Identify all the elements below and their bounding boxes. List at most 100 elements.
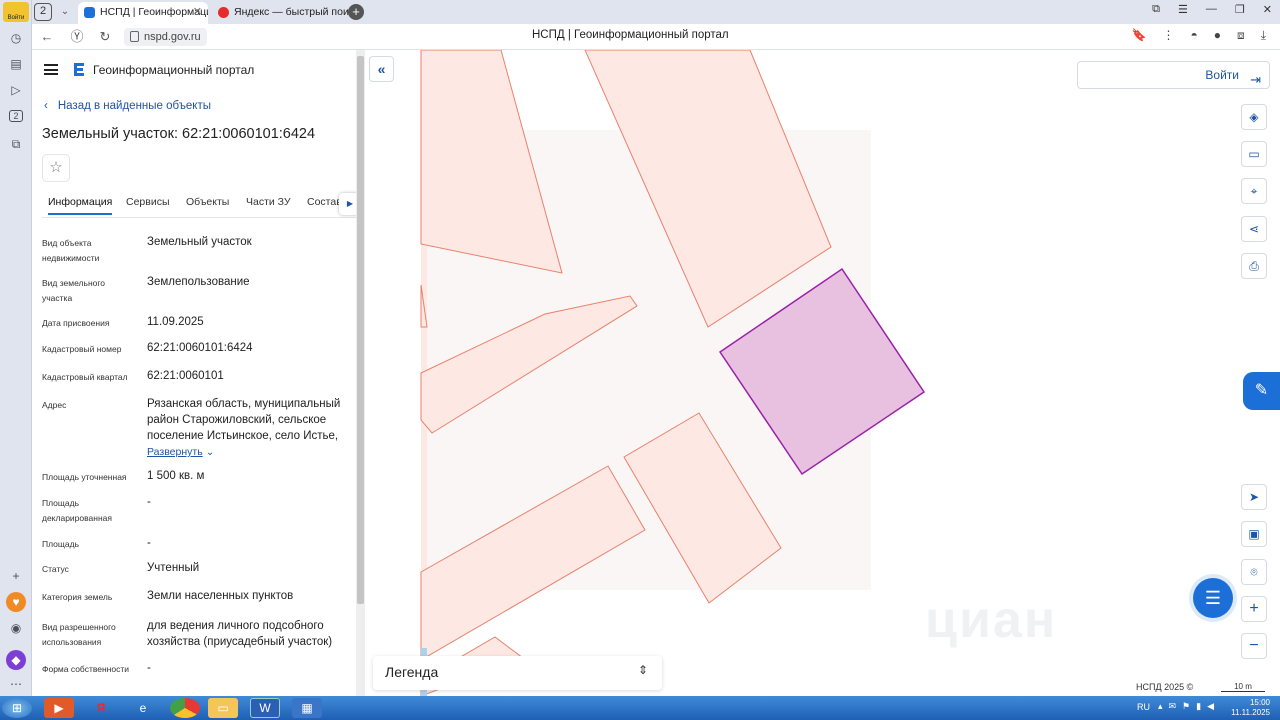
zoom-out-icon[interactable]: −: [1241, 633, 1267, 659]
address-bar: ← Ⓨ ↻ nspd.gov.ru НСПД | Геоинформационн…: [32, 24, 1280, 50]
media-player-icon[interactable]: ▶: [44, 698, 74, 718]
yandex-icon[interactable]: Ⓨ: [68, 28, 86, 46]
expand-label: Развернуть: [147, 446, 203, 458]
clock-time: 15:00: [1249, 698, 1270, 707]
tab-group-chevron-icon[interactable]: ⌄: [56, 3, 74, 21]
tab-information[interactable]: Информация: [48, 196, 113, 215]
field-value: Рязанская область, муниципальный район С…: [147, 396, 352, 461]
expand-link[interactable]: Развернуть ⌄: [147, 444, 352, 461]
field-label: Кадастровый квартал: [42, 372, 128, 382]
field-label: Площадь уточненная: [42, 472, 127, 482]
field-value: -: [147, 537, 151, 549]
word-icon[interactable]: W: [250, 698, 280, 718]
chevron-left-icon: ‹: [44, 100, 48, 112]
field-value: 62:21:0060101:6424: [147, 342, 253, 354]
play-icon[interactable]: ▷: [6, 80, 26, 100]
reload-icon[interactable]: ↻: [96, 28, 114, 46]
legend-dropdown[interactable]: Легенда ⇕: [373, 656, 662, 690]
profile-icon[interactable]: ◓: [1191, 28, 1198, 43]
minimize-icon[interactable]: —: [1206, 3, 1217, 16]
field-value: для ведения личного подсобного хозяйства…: [147, 620, 333, 648]
more-options-icon[interactable]: ⋮: [1163, 28, 1175, 43]
tab-parcel-parts[interactable]: Части ЗУ: [246, 196, 291, 208]
translate-icon[interactable]: ⧈: [1237, 28, 1245, 43]
bookmark-icon[interactable]: 🔖: [1132, 28, 1147, 43]
field-label: Вид разрешенного использования: [42, 622, 116, 647]
login-icon: ⇥: [1250, 72, 1261, 87]
zoom-in-icon[interactable]: +: [1241, 596, 1267, 622]
menu-hamburger-icon[interactable]: [44, 64, 58, 75]
ruler-icon[interactable]: ▭: [1241, 141, 1267, 167]
close-tab-icon[interactable]: ✕: [193, 2, 202, 22]
field-label: Статус: [42, 564, 69, 574]
tab-composition[interactable]: Состав: [307, 196, 342, 208]
add-icon[interactable]: +: [6, 566, 26, 586]
internet-explorer-icon[interactable]: e: [128, 698, 158, 718]
alice-icon[interactable]: ◉: [6, 618, 26, 638]
file-explorer-icon[interactable]: ▭: [208, 698, 238, 718]
scrollbar-thumb[interactable]: [357, 56, 364, 604]
calculator-icon[interactable]: ▦: [292, 698, 322, 718]
field-value: 62:21:0060101: [147, 370, 224, 382]
field-label: Вид земельного участка: [42, 278, 106, 303]
tab-group-button[interactable]: 2: [34, 3, 52, 21]
layers-icon[interactable]: ◈: [1241, 104, 1267, 130]
bookmarks-icon[interactable]: ▤: [6, 54, 26, 74]
pet-icon[interactable]: ♥: [6, 592, 26, 612]
restore-icon[interactable]: ❐: [1235, 3, 1245, 16]
back-to-results-link[interactable]: ‹ Назад в найденные объекты: [44, 100, 211, 112]
url-field[interactable]: nspd.gov.ru: [124, 28, 207, 46]
panel-scrollbar[interactable]: [356, 50, 365, 696]
browser-login-label: Войти: [7, 15, 25, 21]
select-area-icon[interactable]: ⌖: [1241, 178, 1267, 204]
map-canvas[interactable]: циан « Войти ⇥ ◈ ▭ ⌖ ⋖ ⎙ ✎ ➤ ▣ ⌾ + − ☰ Л…: [365, 50, 1280, 696]
field-label: Площадь: [42, 539, 80, 549]
close-window-icon[interactable]: ✕: [1263, 3, 1272, 16]
tab-yandex[interactable]: Яндекс — быстрый поиск: [212, 2, 352, 24]
lock-icon: [130, 31, 139, 42]
field-value: Землепользование: [147, 276, 250, 288]
clock-icon[interactable]: ◷: [6, 28, 26, 48]
chat-icon[interactable]: ☰: [1193, 578, 1233, 618]
menu-icon[interactable]: ☰: [1178, 3, 1188, 16]
tab-objects[interactable]: Объекты: [186, 196, 229, 208]
cian-watermark: циан: [925, 591, 1058, 649]
yandex-favicon-icon: [218, 7, 229, 18]
start-icon[interactable]: ⊞: [2, 698, 32, 718]
collapse-panel-icon[interactable]: «: [369, 56, 394, 82]
yandex-browser-icon[interactable]: Я: [86, 698, 116, 718]
favorite-star-icon[interactable]: ☆: [42, 154, 70, 182]
field-value: -: [147, 662, 151, 674]
chrome-icon[interactable]: [170, 698, 200, 718]
login-button[interactable]: Войти ⇥: [1077, 61, 1270, 89]
login-label: Войти: [1205, 68, 1239, 82]
new-tab-button[interactable]: +: [348, 4, 364, 20]
browser-login-badge[interactable]: Войти: [3, 2, 29, 22]
tray-icons[interactable]: ▴✉⚑▮◀: [1158, 701, 1220, 712]
more-icon[interactable]: ⋯: [6, 674, 26, 694]
share-icon[interactable]: ⋖: [1241, 216, 1267, 242]
nspd-favicon-icon: [84, 7, 95, 18]
screenshot-icon[interactable]: ⧉: [6, 134, 26, 154]
feedback-icon[interactable]: ✎: [1243, 372, 1280, 410]
downloads-icon[interactable]: ⤓: [1261, 28, 1266, 43]
bookmark-tabs-icon[interactable]: ⧉: [1152, 3, 1160, 16]
minimap-icon[interactable]: ▣: [1241, 521, 1267, 547]
assistant-icon[interactable]: ◆: [6, 650, 26, 670]
parcel-title: Земельный участок: 62:21:0060101:6424: [42, 126, 316, 142]
language-indicator[interactable]: RU: [1137, 702, 1150, 712]
locate-icon[interactable]: ➤: [1241, 484, 1267, 510]
print-icon[interactable]: ⎙: [1241, 253, 1267, 279]
field-label: Адрес: [42, 400, 67, 410]
window-controls: ⧉ ☰ — ❐ ✕: [1152, 3, 1272, 16]
tab-nspd[interactable]: НСПД | Геоинформационный ✕: [78, 2, 208, 24]
expand-collapse-icon: ⇕: [637, 663, 648, 677]
extension-icon[interactable]: ●: [1214, 28, 1221, 43]
back-icon[interactable]: ←: [38, 28, 56, 46]
tab-count-icon[interactable]: 2: [6, 106, 26, 126]
geo-pin-icon[interactable]: ⌾: [1241, 559, 1267, 585]
clock[interactable]: 15:00 11.11.2025: [1231, 698, 1270, 718]
field-value: Земли населенных пунктов: [147, 590, 294, 602]
portal-logo-icon: [74, 63, 84, 76]
tab-services[interactable]: Сервисы: [126, 196, 170, 208]
